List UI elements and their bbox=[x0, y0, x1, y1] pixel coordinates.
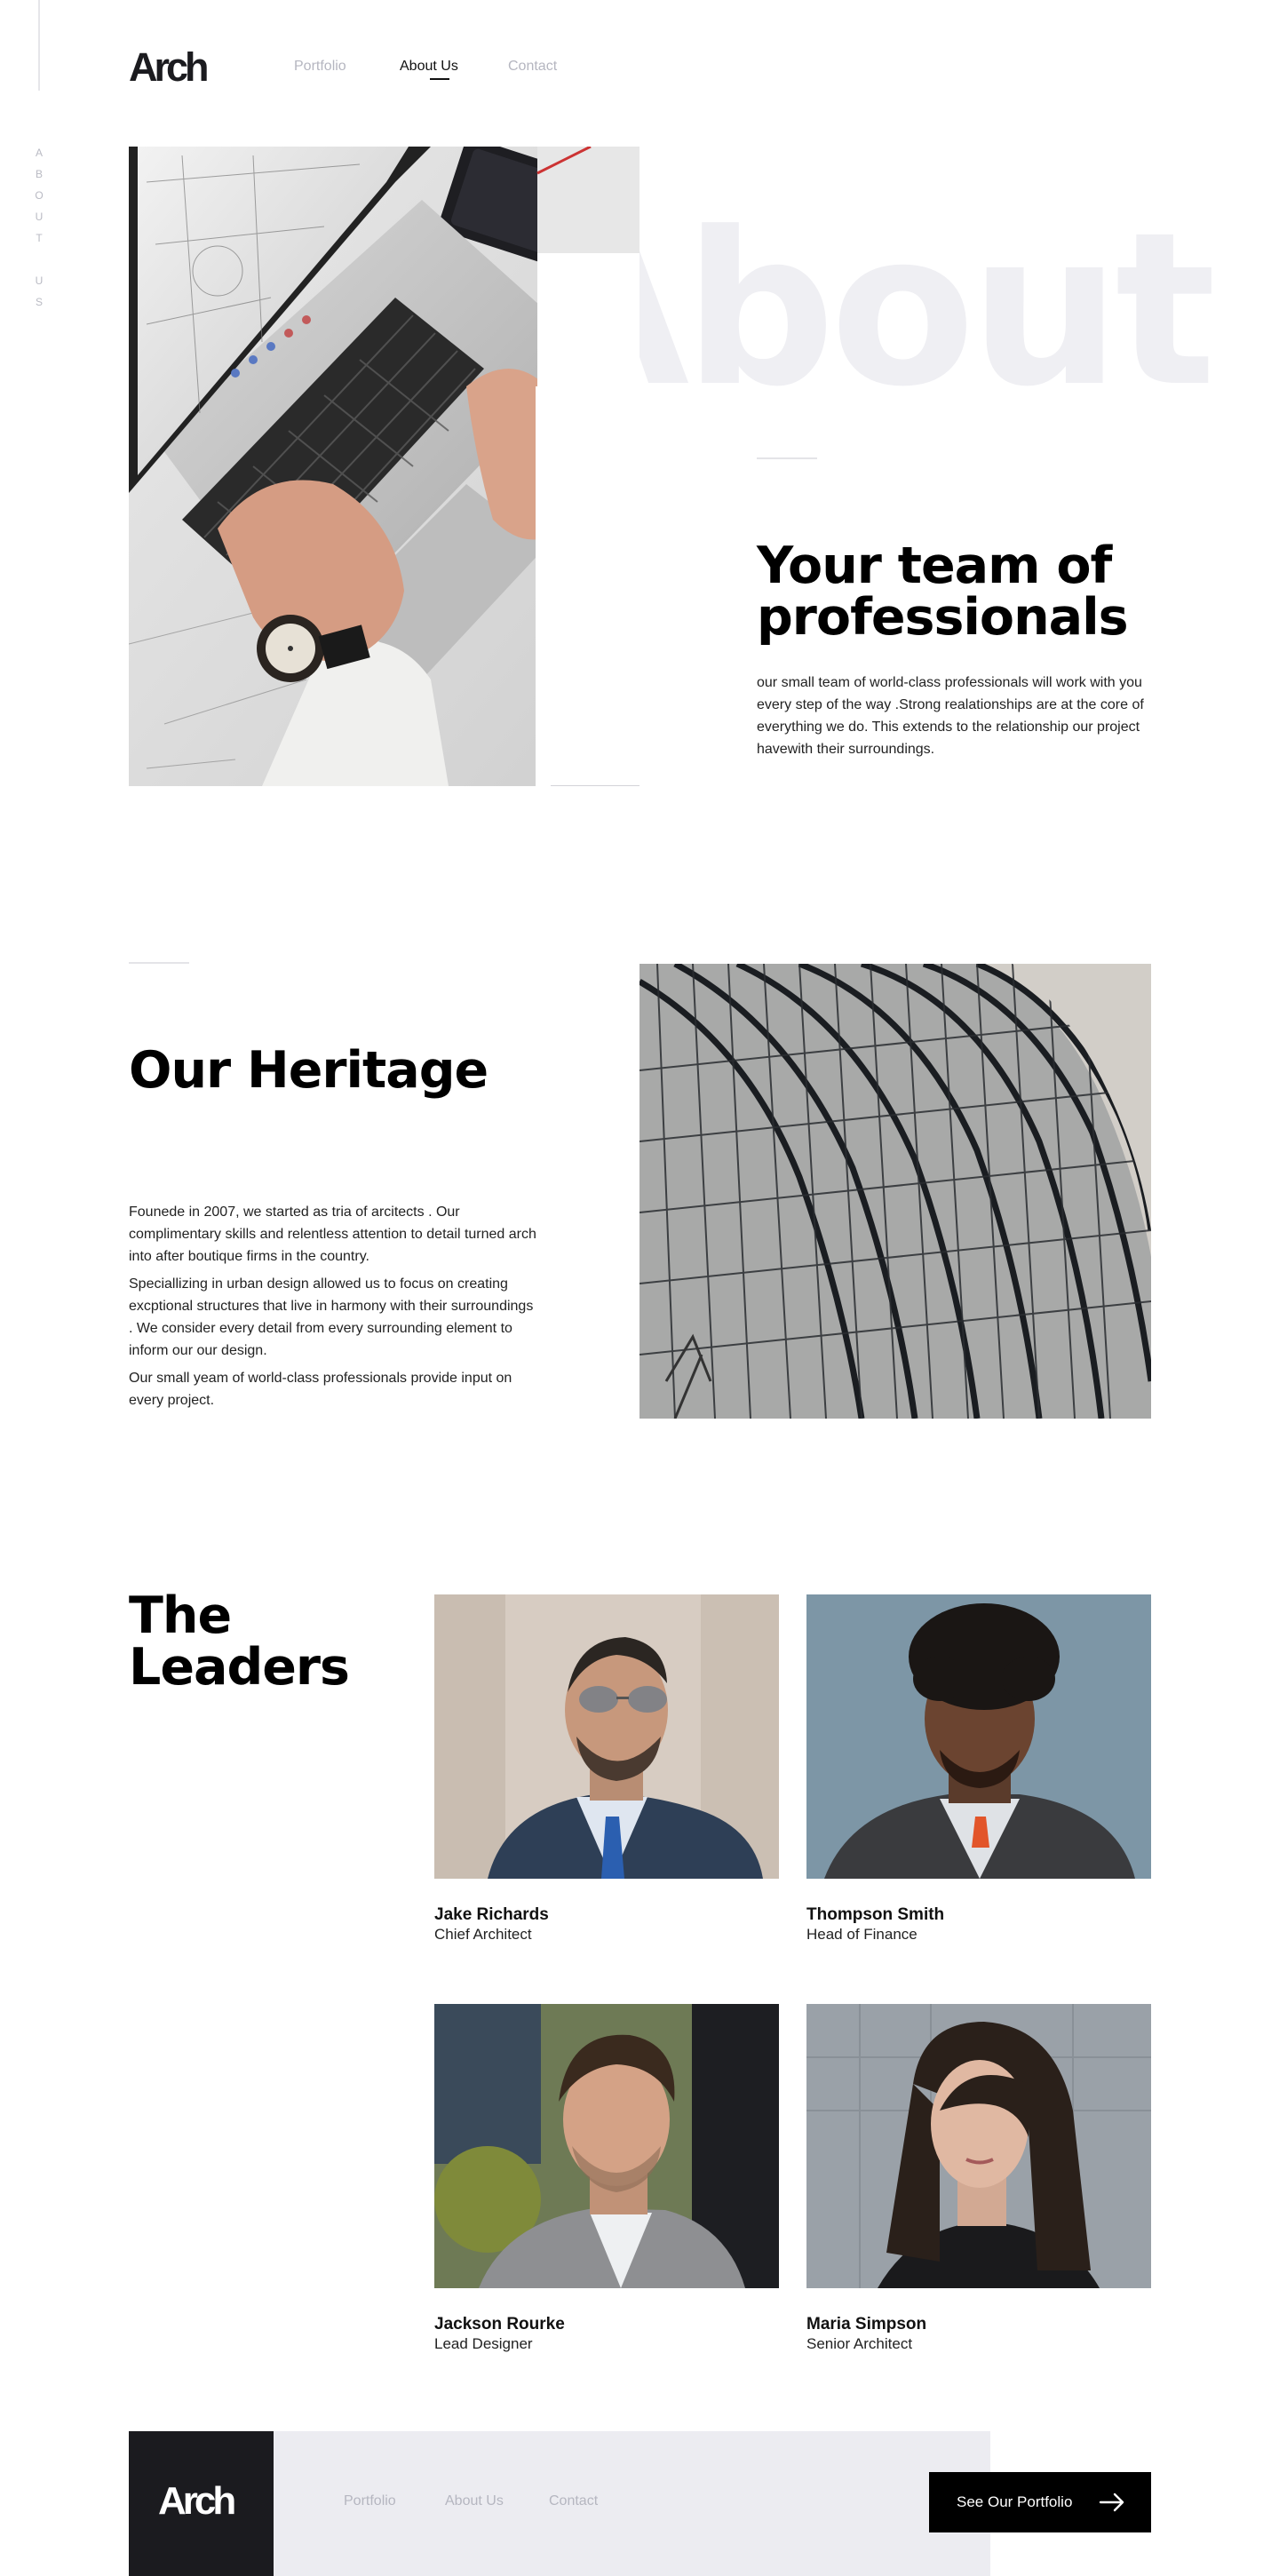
heritage-paragraph: Founede in 2007, we started as tria of a… bbox=[129, 1205, 536, 1264]
footer-nav-portfolio[interactable]: Portfolio bbox=[344, 2492, 396, 2511]
footer-logo[interactable]: Arch bbox=[158, 2478, 236, 2524]
arrow-right-icon bbox=[1099, 2493, 1125, 2512]
active-nav-indicator bbox=[430, 78, 449, 80]
heritage-section-rule bbox=[129, 962, 189, 964]
rail-divider bbox=[38, 0, 40, 91]
leader-name: Jake Richards bbox=[434, 1905, 549, 1924]
leader-card[interactable]: Jake Richards Chief Architect bbox=[434, 1594, 779, 1944]
nav-item-about-us[interactable]: About Us bbox=[400, 57, 458, 76]
hero-photo-laptop bbox=[129, 147, 640, 786]
side-section-label: ABOUT US bbox=[33, 147, 45, 317]
nav-item-portfolio[interactable]: Portfolio bbox=[294, 57, 346, 76]
leader-photo bbox=[434, 1594, 779, 1879]
leader-photo bbox=[434, 2004, 779, 2288]
leader-photo bbox=[806, 1594, 1151, 1879]
leader-card[interactable]: Maria Simpson Senior Architect bbox=[806, 2004, 1151, 2354]
leader-name: Thompson Smith bbox=[806, 1905, 945, 1924]
footer-nav-about-us[interactable]: About Us bbox=[445, 2492, 504, 2511]
brand-logo[interactable]: Arch bbox=[129, 44, 210, 91]
hero-section-rule bbox=[757, 457, 817, 459]
heritage-photo-building bbox=[640, 964, 1151, 1419]
leader-card[interactable]: Thompson Smith Head of Finance bbox=[806, 1594, 1151, 1944]
see-portfolio-label: See Our Portfolio bbox=[957, 2493, 1073, 2510]
nav-item-contact[interactable]: Contact bbox=[508, 57, 557, 76]
hero-photo-caption-rule bbox=[551, 785, 640, 786]
leader-role: Head of Finance bbox=[806, 1926, 918, 1943]
leader-role: Senior Architect bbox=[806, 2335, 913, 2352]
hero-text: our small team of world-class profession… bbox=[757, 675, 1144, 757]
heritage-text: Founede in 2007, we started as tria of a… bbox=[129, 1201, 537, 1417]
hero-heading: Your team of professionals bbox=[757, 537, 1129, 647]
leaders-heading: The Leaders bbox=[129, 1586, 350, 1697]
see-portfolio-button[interactable]: See Our Portfolio bbox=[929, 2472, 1151, 2532]
leader-name: Jackson Rourke bbox=[434, 2315, 565, 2334]
heritage-paragraph: Speciallizing in urban design allowed us… bbox=[129, 1276, 534, 1358]
footer-nav-contact[interactable]: Contact bbox=[549, 2492, 598, 2511]
leader-role: Chief Architect bbox=[434, 1926, 532, 1943]
leader-role: Lead Designer bbox=[434, 2335, 533, 2352]
heritage-paragraph: Our small yeam of world-class profession… bbox=[129, 1371, 512, 1408]
heritage-heading: Our Heritage bbox=[129, 1041, 489, 1100]
leader-name: Maria Simpson bbox=[806, 2315, 927, 2334]
leader-photo bbox=[806, 2004, 1151, 2288]
leader-card[interactable]: Jackson Rourke Lead Designer bbox=[434, 2004, 779, 2354]
